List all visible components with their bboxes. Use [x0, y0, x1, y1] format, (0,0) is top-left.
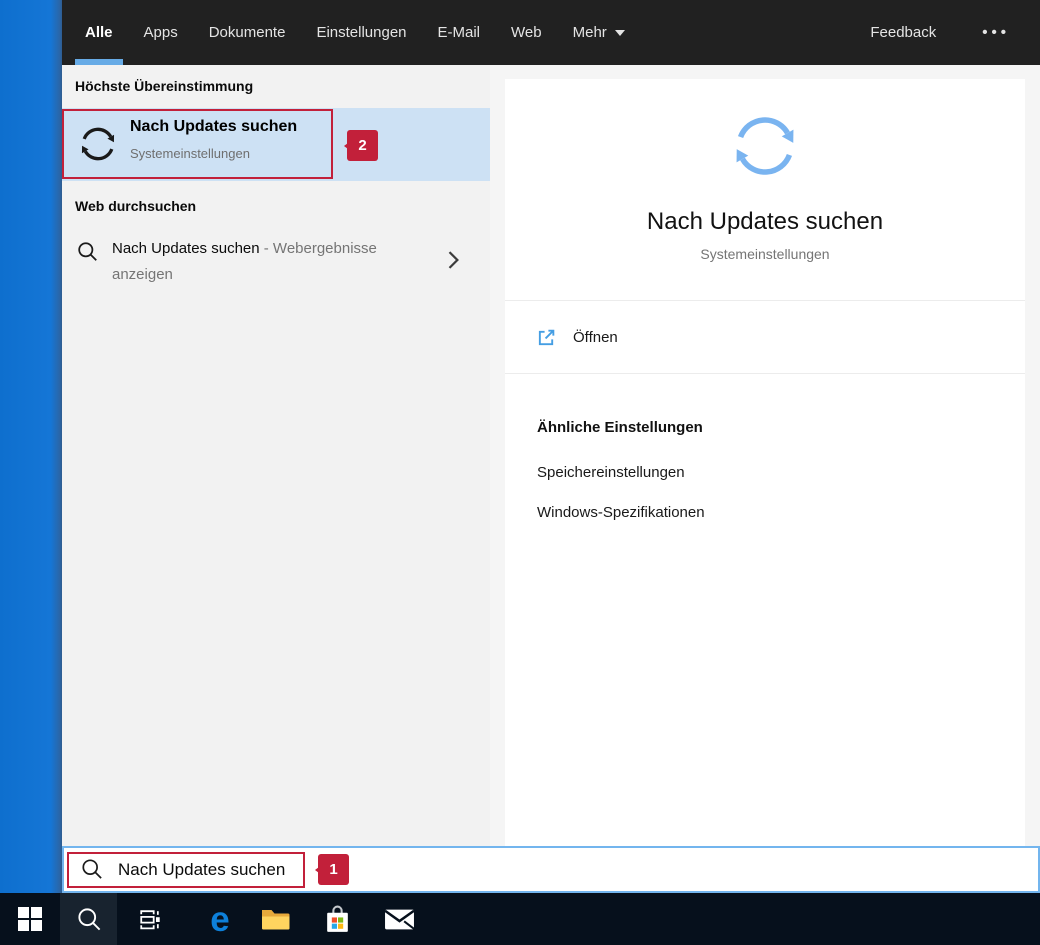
- header-right: Feedback •••: [870, 0, 1010, 65]
- web-search-result[interactable]: Nach Updates suchen - Webergebnisse anze…: [62, 233, 490, 305]
- web-section-header: Web durchsuchen: [75, 198, 197, 214]
- result-title: Nach Updates suchen: [130, 118, 298, 135]
- preview-subtitle: Systemeinstellungen: [700, 246, 830, 262]
- chevron-down-icon: [614, 29, 625, 36]
- tab-label: Alle: [85, 24, 113, 41]
- annotation-badge-1: 1: [318, 854, 349, 885]
- windows-logo-icon: [18, 907, 42, 931]
- search-icon: [78, 242, 97, 261]
- tab-dokumente[interactable]: Dokumente: [199, 0, 296, 65]
- more-options-icon[interactable]: •••: [982, 24, 1010, 41]
- chevron-right-icon[interactable]: [448, 251, 460, 269]
- annotation-badge-2: 2: [347, 130, 378, 161]
- related-item-speichereinstellungen[interactable]: Speichereinstellungen: [537, 464, 685, 481]
- tab-alle[interactable]: Alle: [75, 0, 123, 65]
- tab-label: Mehr: [572, 24, 607, 41]
- refresh-icon: [81, 127, 115, 161]
- tab-einstellungen[interactable]: Einstellungen: [306, 0, 416, 65]
- file-explorer-icon: [261, 909, 289, 929]
- feedback-button[interactable]: Feedback: [870, 24, 936, 41]
- open-external-icon: [538, 329, 555, 345]
- taskbar: e: [0, 893, 1040, 945]
- tab-label: E-Mail: [437, 24, 481, 41]
- windows-search-screen: Alle Apps Dokumente Einstellungen E-Mail…: [0, 0, 1040, 945]
- edge-browser-button[interactable]: e: [197, 893, 243, 945]
- best-match-section-header: Höchste Übereinstimmung: [75, 78, 254, 94]
- tab-label: Web: [511, 24, 542, 41]
- desktop-background-strip[interactable]: [0, 0, 62, 893]
- preview-panel: Nach Updates suchen Systemeinstellungen …: [490, 65, 1040, 846]
- search-filter-bar: Alle Apps Dokumente Einstellungen E-Mail…: [62, 0, 1040, 65]
- edge-icon: e: [210, 899, 230, 939]
- tab-label: Dokumente: [208, 24, 286, 41]
- tab-mehr[interactable]: Mehr: [563, 0, 635, 65]
- taskbar-search-button[interactable]: [66, 893, 112, 945]
- divider: [505, 373, 1025, 374]
- open-command[interactable]: Öffnen: [505, 301, 1025, 373]
- related-settings-header: Ähnliche Einstellungen: [537, 419, 703, 436]
- preview-card: Nach Updates suchen Systemeinstellungen …: [505, 79, 1025, 846]
- mail-button[interactable]: [376, 893, 422, 945]
- mail-icon: [383, 909, 415, 930]
- search-flyout-window: Alle Apps Dokumente Einstellungen E-Mail…: [62, 0, 1040, 893]
- search-box: 1: [62, 846, 1040, 893]
- tab-email[interactable]: E-Mail: [428, 0, 491, 65]
- tab-apps[interactable]: Apps: [134, 0, 188, 65]
- search-input[interactable]: [118, 859, 618, 880]
- best-match-result[interactable]: Nach Updates suchen Systemeinstellungen …: [62, 108, 490, 181]
- related-item-windows-spezifikationen[interactable]: Windows-Spezifikationen: [537, 504, 705, 521]
- web-query: Nach Updates suchen: [112, 240, 260, 257]
- result-subtitle: Systemeinstellungen: [130, 146, 250, 161]
- tab-web[interactable]: Web: [501, 0, 552, 65]
- refresh-icon-large: [736, 117, 794, 175]
- open-label: Öffnen: [573, 328, 618, 346]
- task-view-button[interactable]: [125, 893, 171, 945]
- search-icon: [82, 859, 102, 879]
- search-icon: [77, 907, 100, 930]
- tab-label: Einstellungen: [316, 24, 407, 41]
- preview-title: Nach Updates suchen: [646, 208, 884, 235]
- task-view-icon: [139, 909, 160, 929]
- file-explorer-button[interactable]: [252, 893, 298, 945]
- start-button[interactable]: [7, 893, 53, 945]
- microsoft-store-button[interactable]: [314, 893, 360, 945]
- web-result-text: Nach Updates suchen - Webergebnisse anze…: [112, 236, 412, 288]
- results-panel: Höchste Übereinstimmung Nach Updates suc…: [62, 65, 490, 846]
- tab-label: Apps: [143, 24, 178, 41]
- microsoft-store-icon: [326, 905, 348, 932]
